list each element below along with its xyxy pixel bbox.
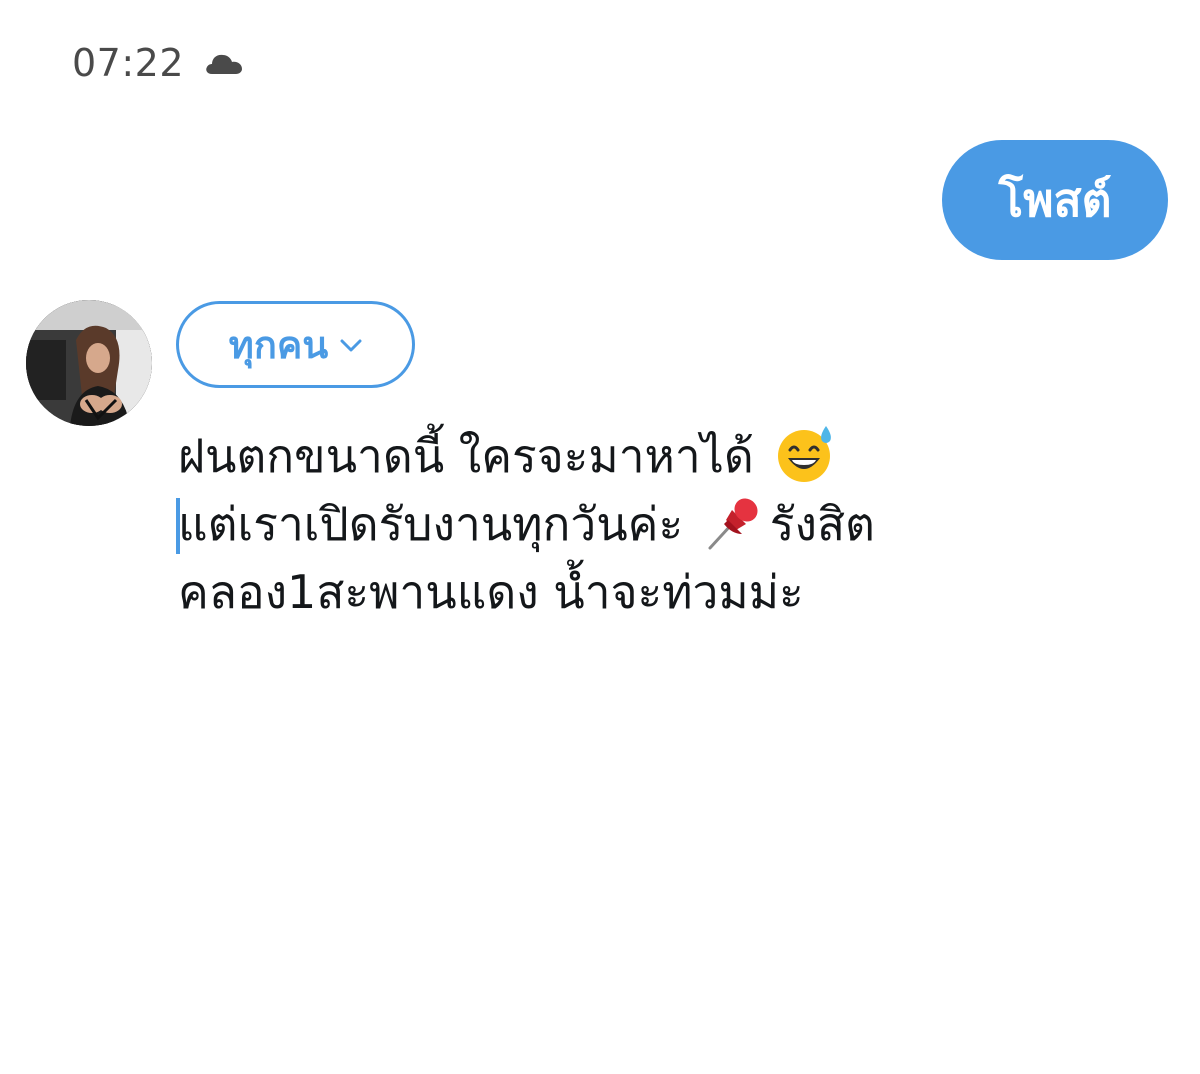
avatar[interactable] [26,300,152,426]
chevron-down-icon [340,338,362,352]
avatar-photo [26,300,152,426]
pushpin-emoji [702,490,766,554]
post-button[interactable]: โพสต์ [942,140,1168,260]
compose-line: ฝนตกขนาดนี้ ใครจะมาหาได้ [178,422,1158,490]
text-cursor [176,498,180,554]
status-bar: 07:22 [72,38,244,88]
compose-text-area[interactable]: ฝนตกขนาดนี้ ใครจะมาหาได้ แต่เราเปิดรับงา… [176,422,1158,626]
audience-label: ทุกคน [228,323,329,367]
compose-text: ฝนตกขนาดนี้ ใครจะมาหาได้ [178,429,754,483]
compose-line: คลอง1สะพานแดง น้ำจะท่วมม่ะ [178,558,1158,626]
grinning-face-with-sweat-emoji [772,422,836,486]
compose-line: แต่เราเปิดรับงานทุกวันค่ะ รังสิต [176,490,1158,558]
status-time: 07:22 [72,41,185,85]
cloud-icon [204,50,244,76]
audience-selector[interactable]: ทุกคน [176,301,415,388]
compose-text: รังสิต [769,497,875,551]
compose-text: แต่เราเปิดรับงานทุกวันค่ะ [178,497,698,551]
compose-text: คลอง1สะพานแดง น้ำจะท่วมม่ะ [178,565,804,619]
